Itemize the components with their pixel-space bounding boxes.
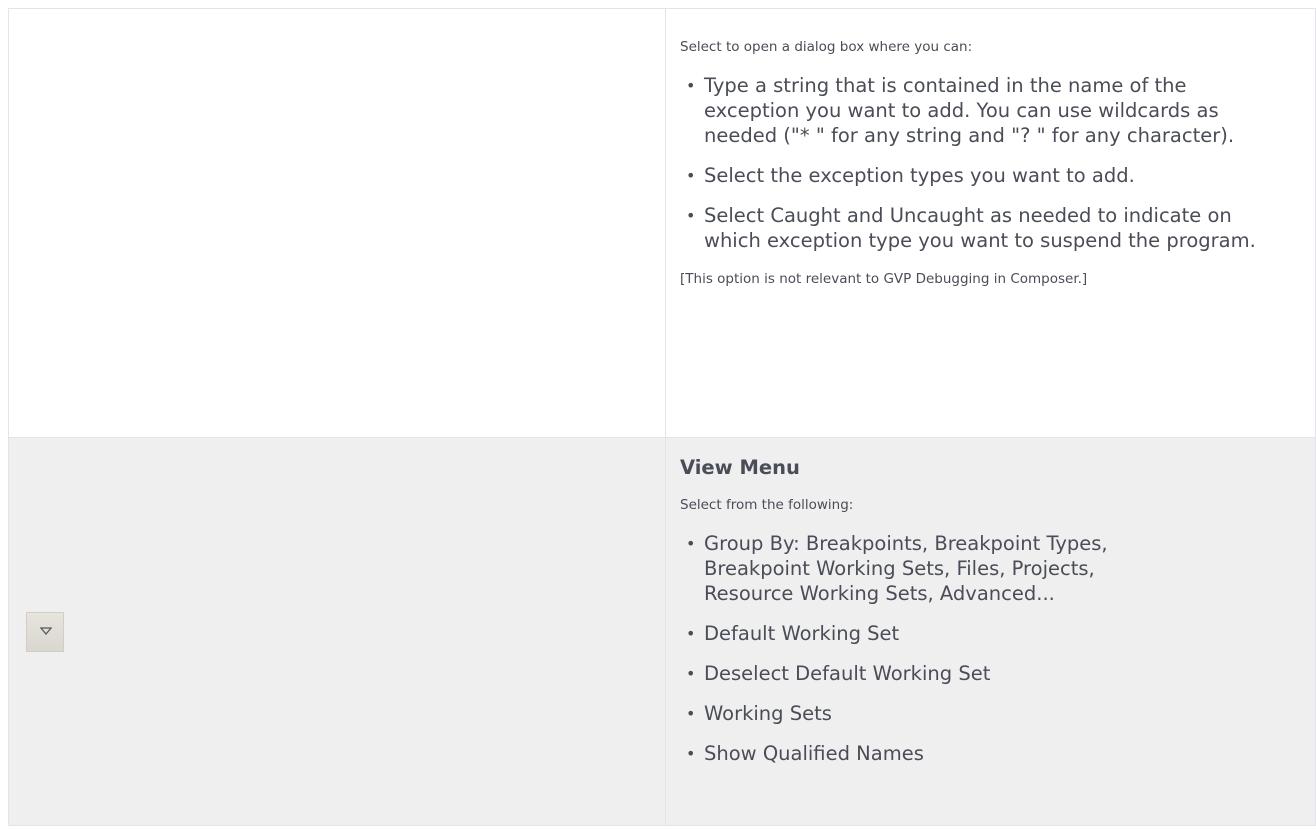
list-item-text: Select Caught and Uncaught as needed to … [704, 204, 1256, 252]
list-item: • Show Qualified Names [680, 741, 1315, 766]
list-item: • Type a string that is contained in the… [680, 73, 1274, 148]
table-row: View Menu Select from the following: • G… [8, 437, 1316, 826]
bullet-icon: • [686, 76, 696, 95]
list-item: • Working Sets [680, 701, 1315, 726]
view-menu-dropdown-icon [26, 611, 64, 652]
toolbar-reference-table: Select to open a dialog box where you ca… [8, 8, 1316, 826]
description-intro: Select to open a dialog box where you ca… [680, 39, 973, 55]
table-row: Select to open a dialog box where you ca… [8, 8, 1316, 438]
list-item: • Group By: Breakpoints, Breakpoint Type… [680, 531, 1164, 606]
bullet-icon: • [686, 664, 696, 683]
list-item-text: Default Working Set [704, 622, 900, 645]
description-note: [This option is not relevant to GVP Debu… [680, 271, 1088, 287]
list-item-text: Show Qualified Names [704, 742, 924, 765]
section-heading: View Menu [680, 456, 800, 479]
triangle-down-icon [40, 626, 52, 635]
bullet-icon: • [686, 166, 696, 185]
description-intro: Select from the following: [680, 497, 854, 513]
bullet-list: • Type a string that is contained in the… [680, 73, 1315, 253]
icon-cell [8, 8, 666, 438]
bullet-icon: • [686, 206, 696, 225]
list-item-text: Group By: Breakpoints, Breakpoint Types,… [704, 532, 1108, 605]
icon-cell [8, 437, 666, 826]
list-item-text: Deselect Default Working Set [704, 662, 991, 685]
list-item-text: Type a string that is contained in the n… [704, 74, 1235, 147]
list-item: • Default Working Set [680, 621, 1315, 646]
description-cell: View Menu Select from the following: • G… [665, 437, 1316, 826]
list-item: • Deselect Default Working Set [680, 661, 1315, 686]
list-item-text: Working Sets [704, 702, 832, 725]
bullet-icon: • [686, 624, 696, 643]
list-item: • Select Caught and Uncaught as needed t… [680, 203, 1274, 253]
list-item-text: Select the exception types you want to a… [704, 164, 1135, 187]
bullet-icon: • [686, 744, 696, 763]
bullet-icon: • [686, 704, 696, 723]
bullet-list: • Group By: Breakpoints, Breakpoint Type… [680, 531, 1315, 766]
description-cell: Select to open a dialog box where you ca… [665, 8, 1316, 438]
list-item: • Select the exception types you want to… [680, 163, 1315, 188]
bullet-icon: • [686, 534, 696, 553]
